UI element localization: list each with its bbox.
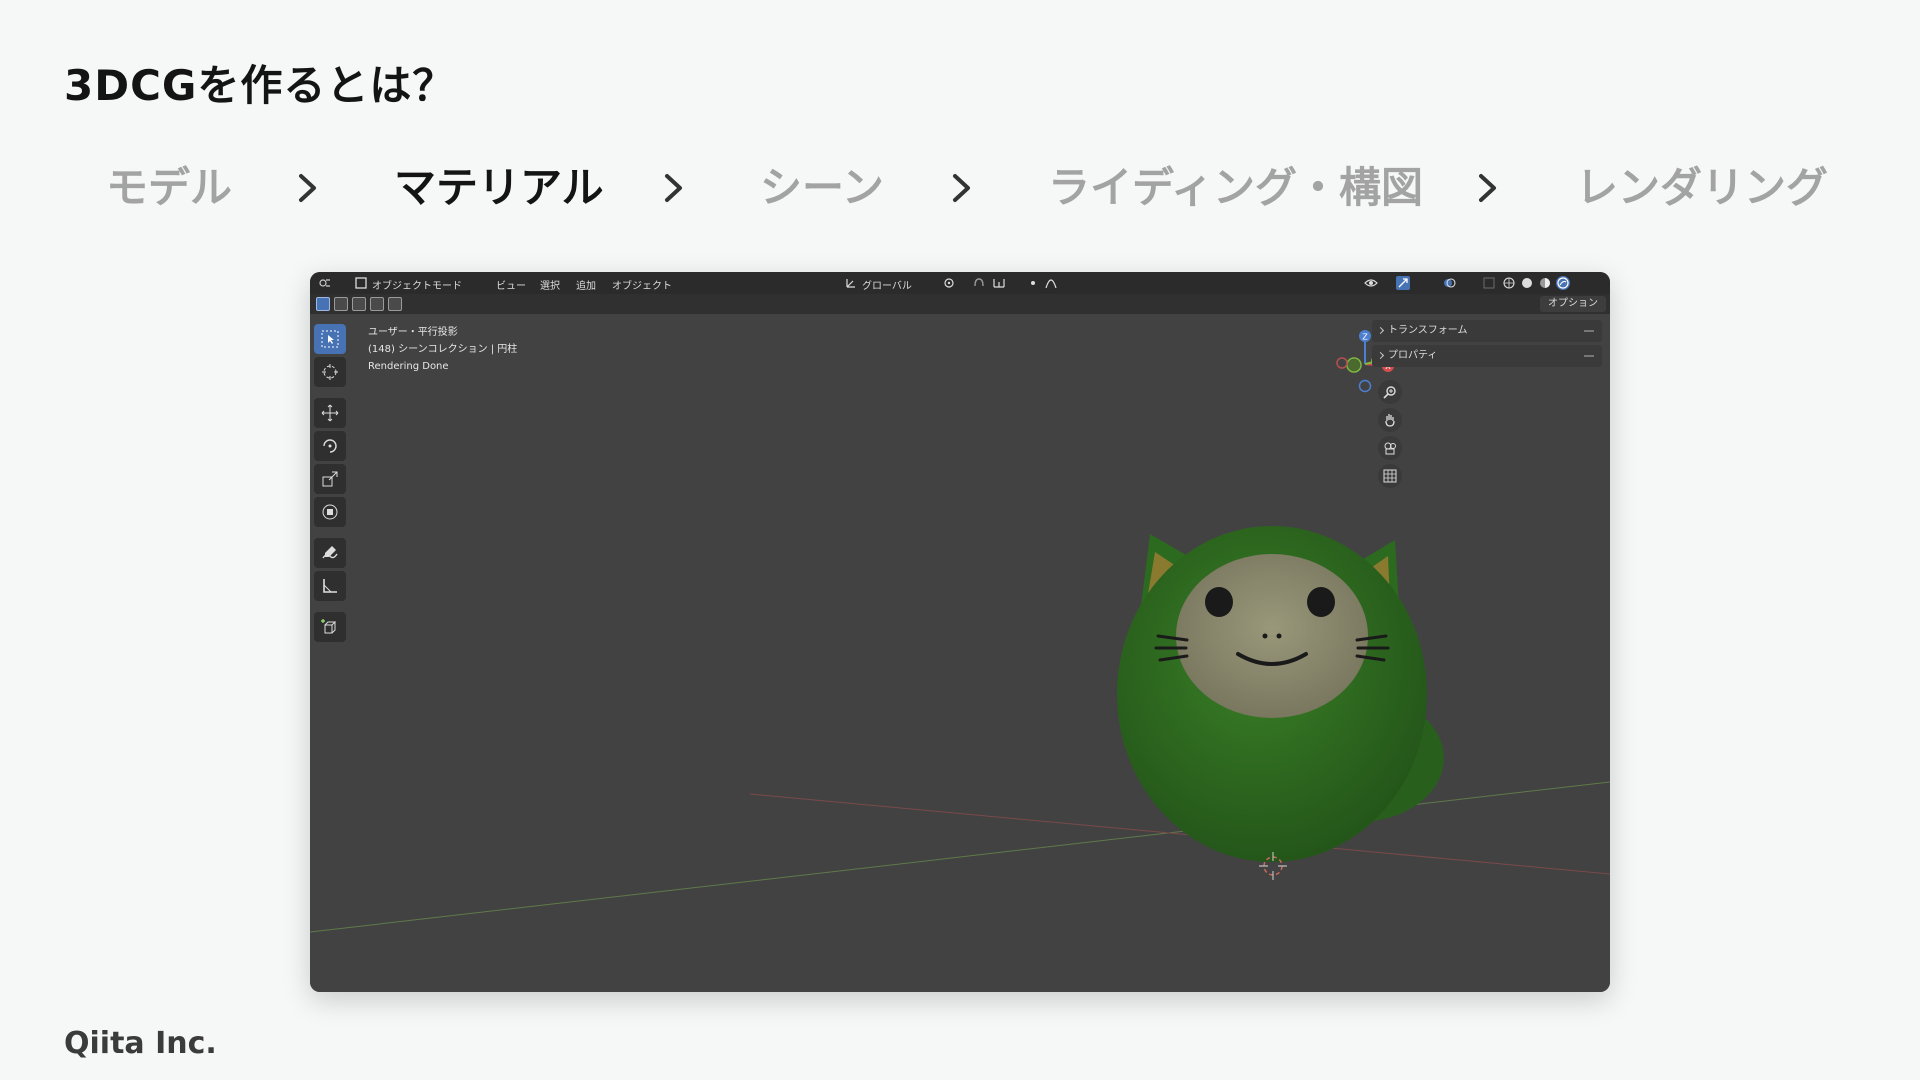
transform-orientation-icon bbox=[844, 276, 858, 290]
view-name: ユーザー・平行投影 bbox=[368, 327, 458, 338]
panel-properties[interactable]: プロパティ bbox=[1372, 345, 1602, 367]
transform-icon bbox=[322, 504, 338, 520]
select-new-icon[interactable] bbox=[316, 297, 330, 311]
panel-transform[interactable]: トランスフォーム bbox=[1372, 320, 1602, 342]
step-model: モデル bbox=[106, 163, 233, 212]
tool-scale[interactable] bbox=[314, 464, 346, 494]
chevron-right-icon bbox=[950, 172, 974, 204]
render-status: Rendering Done bbox=[368, 361, 449, 372]
tool-shelf bbox=[314, 324, 348, 645]
cursor-icon bbox=[322, 364, 338, 380]
visibility-icon[interactable] bbox=[1364, 276, 1378, 290]
wireframe-shading-icon[interactable] bbox=[1502, 276, 1516, 290]
pivot-icon[interactable] bbox=[942, 276, 956, 290]
zoom-button[interactable] bbox=[1378, 380, 1402, 404]
select-subtract-icon[interactable] bbox=[352, 297, 366, 311]
blender-header: オブジェクトモード ビュー 選択 追加 オブジェクト グローバル bbox=[310, 272, 1610, 294]
rendered-scene bbox=[310, 526, 1610, 933]
workflow-steps: モデル マテリアル シーン ライディング・構図 レンダリング bbox=[0, 158, 1920, 218]
orientation-dropdown[interactable]: グローバル bbox=[862, 277, 912, 292]
tool-select-box[interactable] bbox=[314, 324, 346, 354]
tool-cursor[interactable] bbox=[314, 357, 346, 387]
tool-header: オプション bbox=[310, 294, 1610, 314]
object-mode-icon bbox=[354, 276, 368, 290]
scale-icon bbox=[322, 471, 338, 487]
hand-icon bbox=[1385, 414, 1395, 427]
tool-transform[interactable] bbox=[314, 497, 346, 527]
select-extend-icon[interactable] bbox=[334, 297, 348, 311]
cat-eye-left bbox=[1205, 587, 1233, 617]
blender-window: オブジェクトモード ビュー 選択 追加 オブジェクト グローバル オプション ユ… bbox=[310, 272, 1610, 992]
overlay-icon[interactable] bbox=[1442, 276, 1456, 290]
tool-move[interactable] bbox=[314, 398, 346, 428]
tool-measure[interactable] bbox=[314, 571, 346, 601]
viewport-info: ユーザー・平行投影 (148) シーンコレクション | 円柱 Rendering… bbox=[368, 324, 517, 375]
tool-rotate[interactable] bbox=[314, 431, 346, 461]
rendered-shading-icon[interactable] bbox=[1556, 276, 1570, 290]
gizmo-toggle-icon[interactable] bbox=[1396, 276, 1410, 290]
add-cube-icon bbox=[321, 619, 337, 634]
menu-add[interactable]: 追加 bbox=[576, 277, 596, 292]
cat-eye-right bbox=[1307, 587, 1335, 617]
falloff-icon[interactable] bbox=[1044, 276, 1058, 290]
rotate-icon bbox=[323, 439, 337, 453]
step-rendering: レンダリング bbox=[1576, 163, 1829, 212]
menu-select[interactable]: 選択 bbox=[540, 277, 560, 292]
proportional-edit-icon[interactable] bbox=[1026, 276, 1040, 290]
step-material: マテリアル bbox=[394, 163, 604, 212]
material-shading-icon[interactable] bbox=[1538, 276, 1552, 290]
chevron-right-icon bbox=[662, 172, 686, 204]
tool-add-cube[interactable] bbox=[314, 612, 346, 642]
menu-object[interactable]: オブジェクト bbox=[612, 277, 672, 292]
step-scene: シーン bbox=[760, 163, 884, 212]
slide-title: 3DCGを作るとは？ bbox=[64, 61, 456, 110]
snap-increment-icon[interactable] bbox=[992, 276, 1006, 290]
zoom-icon bbox=[1383, 386, 1396, 399]
measure-icon bbox=[323, 579, 337, 593]
annotate-icon bbox=[322, 546, 338, 559]
chevron-right-icon bbox=[296, 172, 320, 204]
pan-button[interactable] bbox=[1378, 408, 1402, 432]
select-intersect-icon[interactable] bbox=[388, 297, 402, 311]
select-invert-icon[interactable] bbox=[370, 297, 384, 311]
sidebar-panel: トランスフォーム プロパティ bbox=[1372, 320, 1602, 370]
select-box-icon bbox=[321, 330, 339, 348]
chevron-right-icon bbox=[1476, 172, 1500, 204]
step-lighting: ライディング・構図 bbox=[1048, 163, 1424, 212]
mode-dropdown[interactable]: オブジェクトモード bbox=[372, 277, 462, 292]
tool-annotate[interactable] bbox=[314, 538, 346, 568]
solid-shading-icon[interactable] bbox=[1520, 276, 1534, 290]
collection-name: (148) シーンコレクション | 円柱 bbox=[368, 344, 518, 355]
camera-view-button[interactable] bbox=[1378, 436, 1402, 460]
xray-icon[interactable] bbox=[1482, 276, 1496, 290]
snap-icon[interactable] bbox=[972, 276, 986, 290]
footer-company: Qiita Inc. bbox=[64, 1026, 217, 1061]
ortho-toggle-button[interactable] bbox=[1378, 464, 1402, 488]
options-button[interactable]: オプション bbox=[1540, 296, 1606, 312]
move-icon bbox=[321, 404, 339, 422]
menu-view[interactable]: ビュー bbox=[496, 277, 526, 292]
gizmo-z-label: Z bbox=[1362, 333, 1368, 342]
grid-icon bbox=[1383, 469, 1397, 483]
cat-face bbox=[1176, 554, 1368, 718]
camera-icon bbox=[1384, 442, 1396, 455]
editor-type-icon[interactable] bbox=[318, 276, 332, 290]
